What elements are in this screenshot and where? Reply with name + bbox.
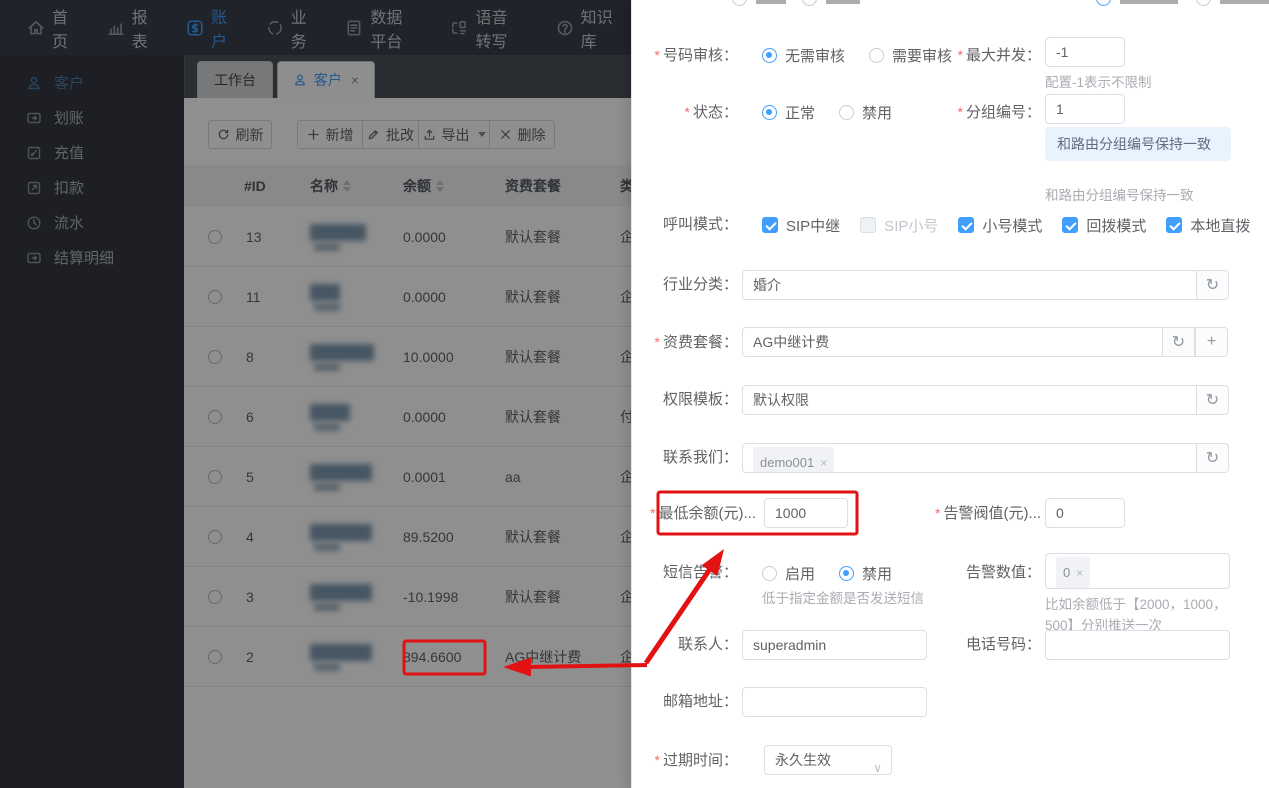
- group-no-hint: 和路由分组编号保持一致: [1045, 188, 1194, 203]
- field-label-industry: 行业分类：: [662, 276, 738, 293]
- contact-us-tag[interactable]: demo001 ×: [753, 447, 835, 472]
- tag-close-icon[interactable]: ×: [1076, 559, 1083, 587]
- clipped-label: [756, 0, 786, 4]
- app-root: 首页 报表 账户 业务 数据平台 语音转写 知识库 客户 划账 充值 扣款 流水 结算明细 工作台 客户…: [0, 0, 1269, 788]
- radio-icon: [762, 565, 777, 581]
- max-concurrency-hint: 配置-1表示不限制: [1045, 75, 1152, 90]
- tariff-input[interactable]: AG中继计费: [742, 327, 1163, 357]
- radio-label: 正常: [785, 104, 816, 122]
- call-mode-checkbox-group: SIP中继 SIP小号 小号模式 回拨模式 本地直拨: [762, 210, 1250, 240]
- field-label-perm-template: 权限模板：: [662, 391, 738, 408]
- checkbox-icon: [1062, 217, 1079, 233]
- checkbox-label: 小号模式: [982, 217, 1043, 235]
- expire-select[interactable]: 永久生效 ∨: [764, 745, 892, 775]
- checkbox-icon: [1166, 217, 1183, 233]
- max-concurrency-input[interactable]: -1: [1045, 37, 1125, 67]
- field-label-phone: 电话号码：: [965, 636, 1041, 653]
- perm-template-refresh-button[interactable]: ↻: [1196, 385, 1229, 415]
- checkbox-label: 回拨模式: [1086, 217, 1147, 235]
- field-label-status: * 状态：: [684, 104, 738, 121]
- radio-icon: [762, 47, 777, 63]
- radio-label: 无需审核: [785, 47, 846, 65]
- radio-clipped[interactable]: [1196, 0, 1211, 6]
- checkbox-icon: [860, 217, 877, 233]
- email-input[interactable]: [742, 687, 927, 717]
- radio-icon: [839, 565, 855, 581]
- field-label-contact-us: 联系我们：: [662, 449, 738, 466]
- checkbox-icon: [958, 217, 975, 233]
- industry-refresh-button[interactable]: ↻: [1196, 270, 1229, 300]
- alert-values-tag[interactable]: 0 ×: [1056, 557, 1091, 588]
- alert-values-input[interactable]: 0 ×: [1045, 553, 1230, 589]
- field-label-alert-values: 告警数值：: [965, 564, 1041, 581]
- field-label-call-mode: 呼叫模式：: [662, 216, 738, 233]
- clipped-label: [1220, 0, 1269, 4]
- clipped-label: [1120, 0, 1178, 4]
- checkbox-label: SIP中继: [786, 217, 841, 235]
- field-label-max-concurrency: * 最大并发：: [957, 47, 1041, 64]
- group-no-input[interactable]: 1: [1045, 94, 1125, 124]
- sms-alert-hint: 低于指定金额是否发送短信: [762, 591, 924, 606]
- checkbox-label: SIP小号: [884, 217, 939, 235]
- contact-us-refresh-button[interactable]: ↻: [1196, 443, 1229, 473]
- tag-close-icon[interactable]: ×: [820, 449, 827, 472]
- min-balance-input[interactable]: 1000: [764, 498, 848, 528]
- checkbox-call-mode-SIP小号: SIP小号: [860, 215, 938, 236]
- checkbox-icon: [762, 217, 778, 233]
- field-label-email: 邮箱地址：: [662, 693, 738, 710]
- field-label-tariff: * 资费套餐：: [654, 334, 738, 351]
- checkbox-call-mode-本地直拨[interactable]: 本地直拨: [1166, 215, 1250, 236]
- field-label-number-audit: * 号码审核：: [654, 47, 738, 64]
- radio-icon: [762, 104, 777, 120]
- clipped-label: [826, 0, 860, 4]
- modal-mask[interactable]: [0, 0, 631, 788]
- tariff-add-button[interactable]: +: [1195, 327, 1228, 357]
- radio-sms-alert-启用[interactable]: 启用: [762, 563, 815, 584]
- checkbox-call-mode-SIP中继[interactable]: SIP中继: [762, 215, 840, 236]
- chevron-down-icon: ∨: [873, 761, 882, 775]
- radio-number-audit-无需审核[interactable]: 无需审核: [762, 45, 845, 66]
- group-no-tooltip: 和路由分组编号保持一致: [1045, 127, 1231, 161]
- field-label-alert-threshold: * 告警阀值(元)...: [935, 505, 1041, 522]
- tariff-refresh-button[interactable]: ↻: [1162, 327, 1195, 357]
- customer-edit-drawer: * 号码审核： 无需审核 需要审核 * 最大并发： -1 配置-1表示不限制 * 状态：…: [631, 0, 1269, 788]
- perm-template-input[interactable]: 默认权限: [742, 385, 1197, 415]
- radio-clipped[interactable]: [802, 0, 817, 6]
- field-label-group-no: * 分组编号：: [957, 104, 1041, 121]
- field-label-contact-person: 联系人：: [677, 636, 738, 653]
- clipped-form-row: [632, 0, 1269, 9]
- contact-us-input[interactable]: demo001 ×: [742, 443, 1197, 473]
- field-label-sms-alert: 短信告警：: [662, 564, 738, 581]
- field-label-expire: * 过期时间：: [654, 752, 738, 769]
- checkbox-label: 本地直拨: [1190, 217, 1251, 235]
- radio-clipped[interactable]: [732, 0, 747, 6]
- checkbox-call-mode-小号模式[interactable]: 小号模式: [958, 215, 1042, 236]
- radio-label: 启用: [785, 565, 816, 583]
- phone-input[interactable]: [1045, 630, 1230, 660]
- checkbox-call-mode-回拨模式[interactable]: 回拨模式: [1062, 215, 1146, 236]
- radio-clipped-selected[interactable]: [1096, 0, 1111, 6]
- field-label-min-balance: * 最低余额(元)...: [650, 505, 756, 522]
- radio-icon: [839, 104, 855, 120]
- alert-threshold-input[interactable]: 0: [1045, 498, 1125, 528]
- industry-input[interactable]: 婚介: [742, 270, 1197, 300]
- radio-status-正常[interactable]: 正常: [762, 102, 815, 123]
